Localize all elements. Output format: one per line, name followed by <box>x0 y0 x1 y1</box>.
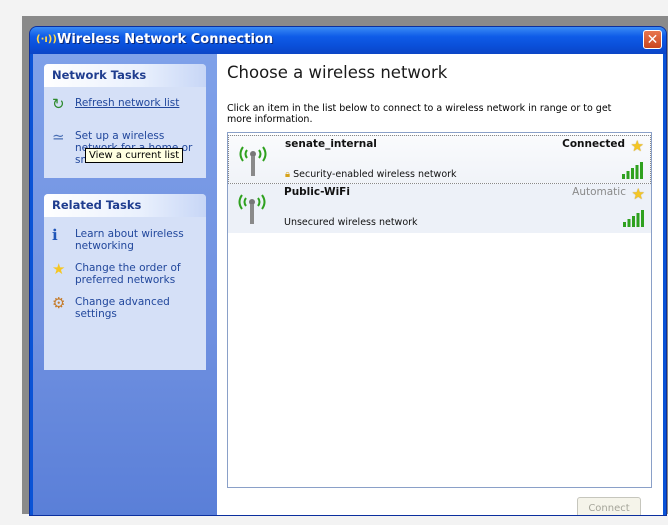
instructions-text: Click an item in the list below to conne… <box>227 103 612 125</box>
wireless-connection-window: (·ı)) Wireless Network Connection ✕ Netw… <box>30 27 666 515</box>
page-title: Choose a wireless network <box>227 63 448 82</box>
refresh-network-list-label: Refresh network list <box>75 97 180 109</box>
title-bar[interactable]: (·ı)) Wireless Network Connection ✕ <box>30 27 666 54</box>
window-client-area: Network Tasks ↻ Refresh network list ≃ S… <box>33 54 663 515</box>
wireless-antenna-icon <box>238 194 266 224</box>
network-status: Connected <box>562 138 625 150</box>
info-icon: ℹ <box>52 226 58 244</box>
network-ssid: Public-WiFi <box>284 186 350 198</box>
signal-strength-icon <box>623 210 644 227</box>
refresh-icon: ↻ <box>52 95 65 113</box>
preferred-star-icon: ★ <box>630 137 644 155</box>
network-ssid: senate_internal <box>285 138 377 150</box>
network-security-label: Security-enabled wireless network <box>293 169 457 180</box>
network-item-senate-internal[interactable]: senate_internal Connected ★ 🔒︎ Security-… <box>228 135 651 184</box>
task-sidebar: Network Tasks ↻ Refresh network list ≃ S… <box>33 54 217 515</box>
wireless-network-icon: (·ı)) <box>36 34 57 45</box>
main-panel: Choose a wireless network Click an item … <box>217 54 663 515</box>
signal-strength-icon <box>622 162 643 179</box>
network-item-public-wifi[interactable]: Public-WiFi Automatic ★ Unsecured wirele… <box>228 184 651 233</box>
lock-icon: 🔒︎ <box>285 169 291 180</box>
setup-wireless-icon: ≃ <box>52 128 65 146</box>
learn-wireless-link[interactable]: ℹ Learn about wireless networking <box>44 226 206 253</box>
star-icon: ★ <box>52 260 66 278</box>
connect-button[interactable]: Connect <box>577 497 641 515</box>
window-title: Wireless Network Connection <box>57 32 274 47</box>
tooltip: View a current list <box>85 148 184 163</box>
network-status: Automatic <box>572 186 626 198</box>
related-tasks-panel: Related Tasks ℹ Learn about wireless net… <box>44 194 206 370</box>
close-icon: ✕ <box>646 32 659 48</box>
desktop-background-top <box>0 0 668 16</box>
refresh-network-list-link[interactable]: ↻ Refresh network list <box>44 95 206 113</box>
preferred-star-icon: ★ <box>631 185 645 203</box>
settings-icon: ⚙ <box>52 294 66 312</box>
network-security: 🔒︎ Security-enabled wireless network <box>285 169 457 180</box>
change-order-preferred-label: Change the order of preferred networks <box>75 262 181 286</box>
network-list[interactable]: senate_internal Connected ★ 🔒︎ Security-… <box>227 132 652 488</box>
close-button[interactable]: ✕ <box>643 30 662 49</box>
desktop-background-left <box>0 0 22 525</box>
wireless-antenna-icon <box>239 146 267 176</box>
related-tasks-heading[interactable]: Related Tasks <box>44 194 206 217</box>
change-order-preferred-link[interactable]: ★ Change the order of preferred networks <box>44 260 206 287</box>
change-advanced-settings-link[interactable]: ⚙ Change advanced settings <box>44 294 206 321</box>
network-security-label: Unsecured wireless network <box>284 217 418 228</box>
learn-wireless-label: Learn about wireless networking <box>75 228 184 252</box>
desktop-background-bottom <box>0 514 668 525</box>
network-tasks-heading[interactable]: Network Tasks <box>44 64 206 87</box>
change-advanced-settings-label: Change advanced settings <box>75 296 170 320</box>
